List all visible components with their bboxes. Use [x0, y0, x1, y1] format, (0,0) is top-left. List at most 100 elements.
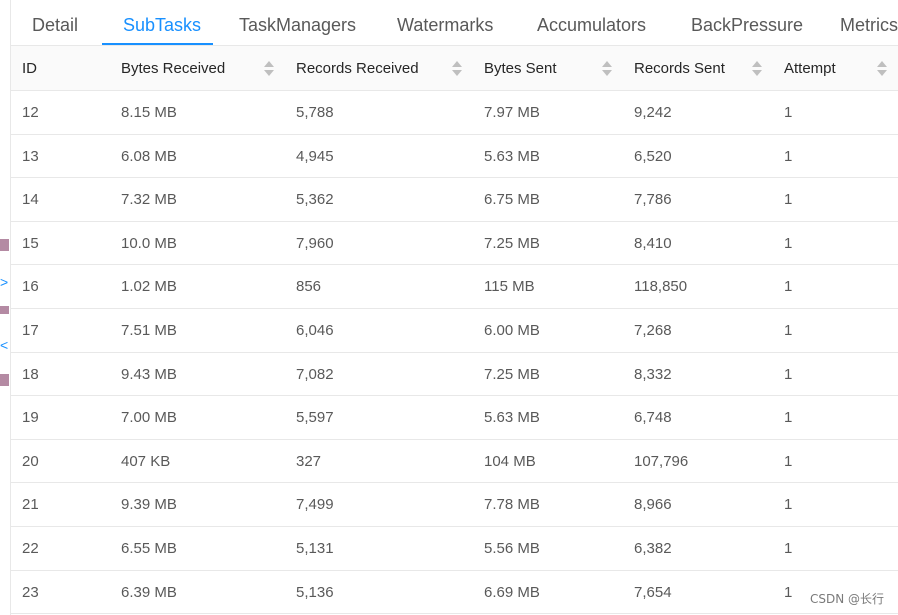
table-header: ID Bytes Received Records Received Bytes…	[11, 46, 898, 91]
tab-bar: Detail SubTasks TaskManagers Watermarks …	[11, 0, 898, 46]
cell-bytes-sent: 5.63 MB	[484, 147, 540, 165]
column-header-records-sent[interactable]: Records Sent	[634, 46, 725, 91]
cell-records-received: 5,597	[296, 409, 334, 427]
cell-bytes-received: 9.43 MB	[121, 365, 177, 383]
watermark: CSDN @长行	[809, 592, 884, 606]
cell-bytes-received: 7.00 MB	[121, 409, 177, 427]
cell-records-sent: 7,268	[634, 321, 672, 339]
cell-records-sent: 6,382	[634, 539, 672, 557]
cell-bytes-sent: 7.25 MB	[484, 234, 540, 252]
cell-bytes-received: 10.0 MB	[121, 234, 177, 252]
cell-bytes-sent: 6.00 MB	[484, 321, 540, 339]
cell-records-sent: 8,966	[634, 496, 672, 514]
cell-id: 22	[22, 539, 39, 557]
cell-attempt: 1	[784, 365, 793, 383]
cell-records-sent: 118,850	[634, 278, 688, 296]
cell-id: 21	[22, 496, 39, 514]
cell-attempt: 1	[784, 147, 793, 165]
column-header-bytes-sent[interactable]: Bytes Sent	[484, 46, 557, 91]
cell-records-received: 5,362	[296, 191, 334, 209]
cell-bytes-received: 7.32 MB	[121, 191, 177, 209]
cell-id: 23	[22, 583, 39, 601]
cell-bytes-received: 8.15 MB	[121, 104, 177, 121]
cell-bytes-received: 6.08 MB	[121, 147, 177, 165]
cell-id: 13	[22, 147, 39, 165]
cell-records-sent: 6,520	[634, 147, 672, 165]
cell-attempt: 1	[784, 278, 793, 296]
table-row[interactable]: 18 9.43 MB 7,082 7.25 MB 8,332 1	[11, 353, 898, 397]
sort-icon[interactable]	[877, 60, 887, 78]
table-row[interactable]: 12 8.15 MB 5,788 7.97 MB 9,242 1	[11, 91, 898, 135]
cell-bytes-received: 9.39 MB	[121, 496, 177, 514]
cell-records-sent: 7,654	[634, 583, 672, 601]
cell-bytes-sent: 5.63 MB	[484, 409, 540, 427]
cell-bytes-sent: 6.75 MB	[484, 191, 540, 209]
cell-attempt: 1	[784, 234, 793, 252]
sort-icon[interactable]	[602, 60, 612, 78]
cell-bytes-received: 1.02 MB	[121, 278, 177, 296]
table-row[interactable]: 15 10.0 MB 7,960 7.25 MB 8,410 1	[11, 222, 898, 266]
expand-chevron-icon[interactable]: >	[0, 274, 9, 290]
tab-accumulators[interactable]: Accumulators	[537, 0, 646, 45]
cell-bytes-sent: 115 MB	[484, 278, 535, 296]
cell-attempt: 1	[784, 539, 793, 557]
sort-icon[interactable]	[264, 60, 274, 78]
table-row[interactable]: 21 9.39 MB 7,499 7.78 MB 8,966 1	[11, 483, 898, 527]
edge-marker	[0, 374, 9, 386]
subtasks-page: > < Detail SubTasks TaskManagers Waterma…	[0, 0, 898, 615]
edge-marker	[0, 306, 9, 314]
column-header-id[interactable]: ID	[22, 46, 37, 91]
cell-records-received: 4,945	[296, 147, 334, 165]
cell-bytes-received: 407 KB	[121, 452, 171, 470]
cell-bytes-sent: 7.97 MB	[484, 104, 540, 121]
table-row[interactable]: 22 6.55 MB 5,131 5.56 MB 6,382 1	[11, 527, 898, 571]
collapse-chevron-icon[interactable]: <	[0, 337, 9, 353]
column-header-records-received[interactable]: Records Received	[296, 46, 419, 91]
cell-attempt: 1	[784, 583, 793, 601]
cell-bytes-sent: 7.78 MB	[484, 496, 540, 514]
cell-records-sent: 8,332	[634, 365, 672, 383]
column-header-attempt[interactable]: Attempt	[784, 46, 836, 91]
cell-id: 16	[22, 278, 39, 296]
table-row[interactable]: 16 1.02 MB 856 115 MB 118,850 1	[11, 265, 898, 309]
cell-id: 19	[22, 409, 39, 427]
sort-icon[interactable]	[752, 60, 762, 78]
tab-detail[interactable]: Detail	[32, 0, 78, 45]
cell-records-received: 5,136	[296, 583, 334, 601]
cell-records-received: 7,499	[296, 496, 334, 514]
cell-records-sent: 7,786	[634, 191, 672, 209]
tab-subtasks[interactable]: SubTasks	[123, 0, 201, 45]
column-header-bytes-received[interactable]: Bytes Received	[121, 46, 225, 91]
tab-watermarks[interactable]: Watermarks	[397, 0, 493, 45]
table-row[interactable]: 14 7.32 MB 5,362 6.75 MB 7,786 1	[11, 178, 898, 222]
cell-records-sent: 9,242	[634, 104, 672, 121]
cell-bytes-received: 6.39 MB	[121, 583, 177, 601]
cell-records-received: 327	[296, 452, 322, 470]
cell-records-received: 7,082	[296, 365, 334, 383]
cell-bytes-received: 7.51 MB	[121, 321, 177, 339]
tab-taskmanagers[interactable]: TaskManagers	[239, 0, 356, 45]
table-row[interactable]: 20 407 KB 327 104 MB 107,796 1	[11, 440, 898, 484]
cell-id: 17	[22, 321, 39, 339]
cell-records-sent: 6,748	[634, 409, 672, 427]
cell-bytes-sent: 104 MB	[484, 452, 536, 470]
cell-bytes-sent: 7.25 MB	[484, 365, 540, 383]
sort-icon[interactable]	[452, 60, 462, 78]
cell-records-received: 6,046	[296, 321, 334, 339]
cell-attempt: 1	[784, 452, 793, 470]
cell-bytes-received: 6.55 MB	[121, 539, 177, 557]
cell-bytes-sent: 6.69 MB	[484, 583, 540, 601]
cell-records-sent: 107,796	[634, 452, 689, 470]
table-row[interactable]: 23 6.39 MB 5,136 6.69 MB 7,654 1	[11, 571, 898, 615]
tab-metrics[interactable]: Metrics	[840, 0, 898, 45]
cell-records-received: 7,960	[296, 234, 334, 252]
cell-id: 15	[22, 234, 39, 252]
edge-marker	[0, 239, 9, 251]
cell-records-sent: 8,410	[634, 234, 672, 252]
cell-records-received: 5,788	[296, 104, 334, 121]
table-row[interactable]: 17 7.51 MB 6,046 6.00 MB 7,268 1	[11, 309, 898, 353]
sidebar-collapse-edge: > <	[0, 0, 11, 615]
table-row[interactable]: 13 6.08 MB 4,945 5.63 MB 6,520 1	[11, 135, 898, 179]
table-row[interactable]: 19 7.00 MB 5,597 5.63 MB 6,748 1	[11, 396, 898, 440]
tab-backpressure[interactable]: BackPressure	[691, 0, 803, 45]
